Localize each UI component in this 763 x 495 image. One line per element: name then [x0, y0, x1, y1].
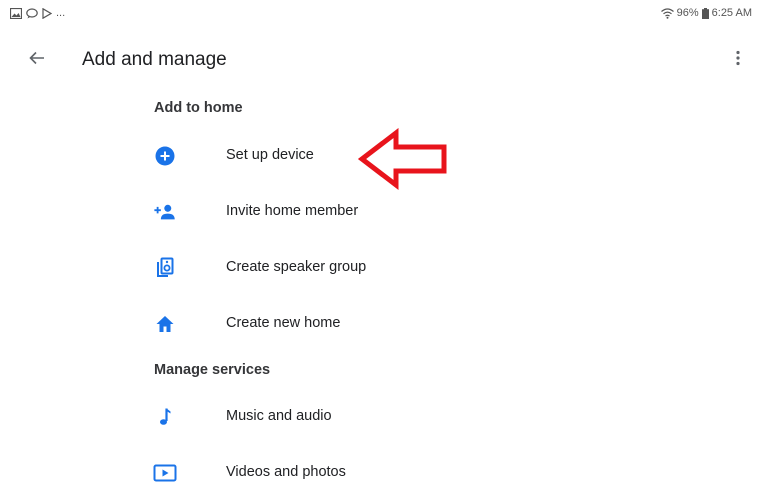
- gallery-icon: [10, 7, 22, 19]
- battery-icon: [701, 7, 709, 19]
- add-circle-icon: [153, 144, 177, 168]
- back-button[interactable]: [24, 47, 50, 73]
- item-label: Videos and photos: [226, 464, 346, 480]
- music-note-icon: [153, 405, 177, 429]
- item-label: Invite home member: [226, 203, 359, 219]
- item-label: Create new home: [226, 315, 341, 331]
- set-up-device-item[interactable]: Set up device: [140, 134, 560, 178]
- status-bar: ... 96% 6:25 AM: [0, 0, 763, 30]
- videos-and-photos-item[interactable]: Videos and photos: [140, 451, 560, 495]
- clock: 6:25 AM: [711, 7, 752, 19]
- more-notifications-indicator: ...: [56, 7, 66, 19]
- create-speaker-group-item[interactable]: Create speaker group: [140, 246, 560, 290]
- status-notifications: ...: [10, 7, 65, 19]
- chat-icon: [26, 7, 38, 19]
- person-add-icon: [153, 200, 177, 224]
- item-label: Create speaker group: [226, 259, 367, 275]
- battery-percent: 96%: [676, 7, 699, 19]
- more-vert-icon: [736, 50, 740, 71]
- music-and-audio-item[interactable]: Music and audio: [140, 395, 560, 439]
- arrow-back-icon: [29, 50, 45, 71]
- annotation-arrow: [357, 127, 449, 197]
- wifi-icon: [660, 7, 674, 19]
- section-header-add-to-home: Add to home: [154, 100, 243, 116]
- page-title: Add and manage: [82, 49, 227, 70]
- app-bar: Add and manage: [0, 36, 763, 84]
- create-new-home-item[interactable]: Create new home: [140, 302, 560, 346]
- status-system: 96% 6:25 AM: [660, 7, 752, 19]
- home-icon: [153, 312, 177, 336]
- video-icon: [153, 461, 177, 485]
- speaker-group-icon: [153, 256, 177, 280]
- item-label: Music and audio: [226, 408, 332, 424]
- item-label: Set up device: [226, 147, 314, 163]
- play-store-icon: [42, 7, 52, 19]
- section-header-manage-services: Manage services: [154, 362, 271, 378]
- more-options-button[interactable]: [728, 47, 748, 73]
- invite-home-member-item[interactable]: Invite home member: [140, 190, 560, 234]
